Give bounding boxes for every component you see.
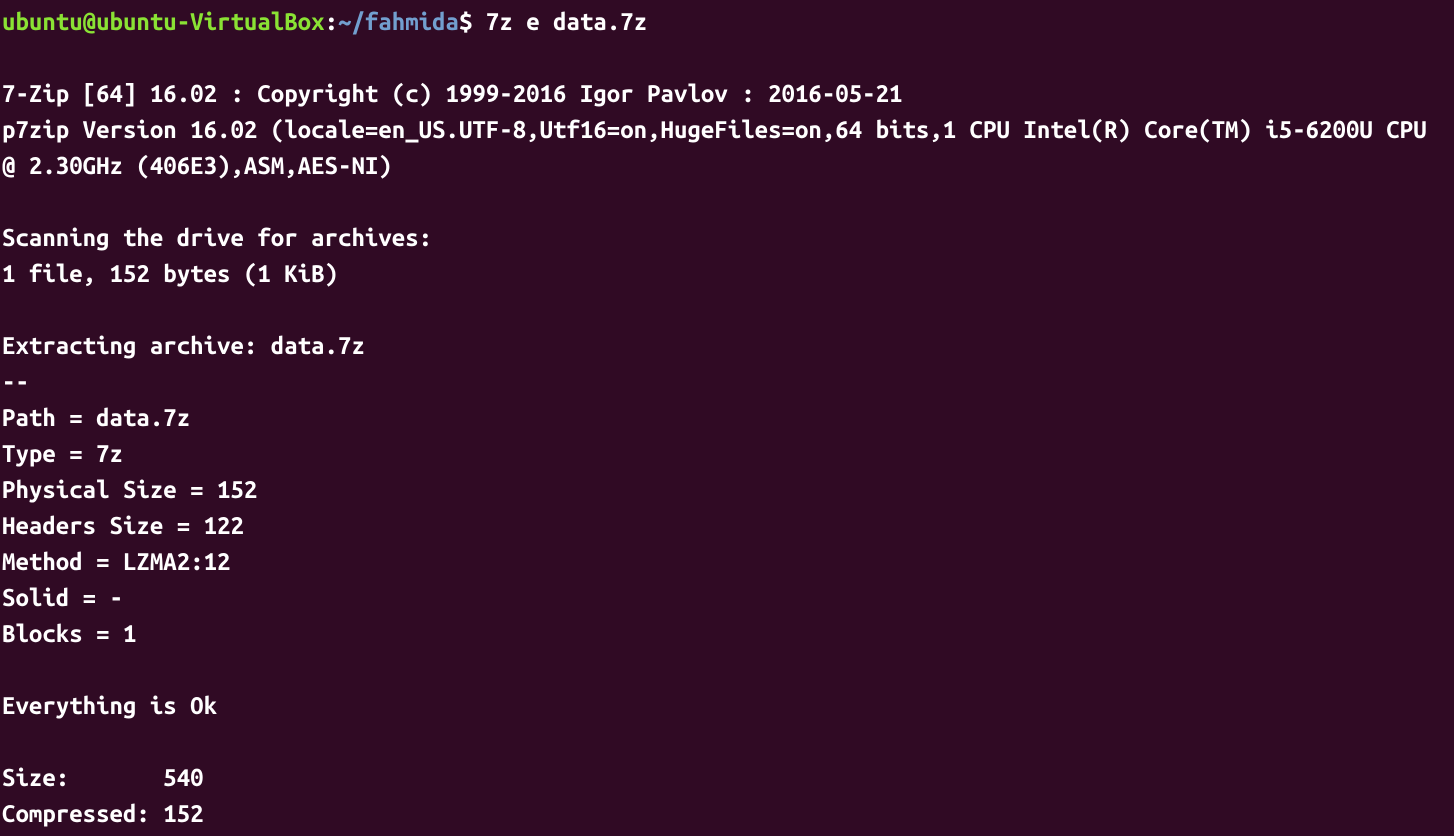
output-p7zip-version: p7zip Version 16.02 (locale=en_US.UTF-8,… bbox=[2, 112, 1452, 184]
prompt-colon: : bbox=[325, 8, 338, 35]
output-7zip-header: 7-Zip [64] 16.02 : Copyright (c) 1999-20… bbox=[2, 76, 1452, 112]
output-everything-ok: Everything is Ok bbox=[2, 688, 1452, 724]
output-size: Size: 540 bbox=[2, 760, 1452, 796]
output-type: Type = 7z bbox=[2, 436, 1452, 472]
output-file-info: 1 file, 152 bytes (1 KiB) bbox=[2, 256, 1452, 292]
output-blank-1 bbox=[2, 40, 1452, 76]
terminal-window[interactable]: ubuntu@ubuntu-VirtualBox:~/fahmida$ 7z e… bbox=[2, 4, 1452, 832]
prompt-dollar: $ bbox=[459, 8, 486, 35]
output-headers-size: Headers Size = 122 bbox=[2, 508, 1452, 544]
output-blank-3 bbox=[2, 292, 1452, 328]
prompt-line: ubuntu@ubuntu-VirtualBox:~/fahmida$ 7z e… bbox=[2, 4, 1452, 40]
output-scanning: Scanning the drive for archives: bbox=[2, 220, 1452, 256]
output-blank-5 bbox=[2, 724, 1452, 760]
output-blocks: Blocks = 1 bbox=[2, 616, 1452, 652]
prompt-user-host: ubuntu@ubuntu-VirtualBox bbox=[2, 8, 325, 35]
output-compressed: Compressed: 152 bbox=[2, 796, 1452, 832]
output-physical-size: Physical Size = 152 bbox=[2, 472, 1452, 508]
output-extracting: Extracting archive: data.7z bbox=[2, 328, 1452, 364]
prompt-path: ~/fahmida bbox=[338, 8, 459, 35]
output-solid: Solid = - bbox=[2, 580, 1452, 616]
output-dashes: -- bbox=[2, 364, 1452, 400]
output-blank-4 bbox=[2, 652, 1452, 688]
output-blank-2 bbox=[2, 184, 1452, 220]
output-method: Method = LZMA2:12 bbox=[2, 544, 1452, 580]
output-path: Path = data.7z bbox=[2, 400, 1452, 436]
command-text: 7z e data.7z bbox=[486, 8, 647, 35]
